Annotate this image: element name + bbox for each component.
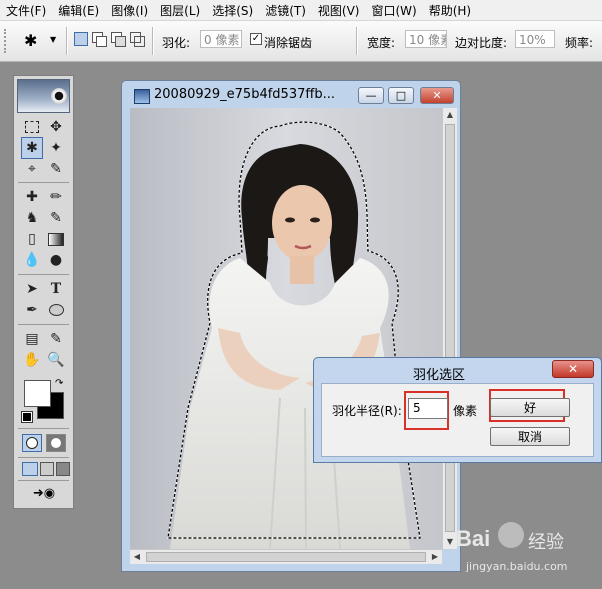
intersect-selection-icon[interactable]: [130, 32, 145, 47]
watermark-suffix: 经验: [528, 532, 564, 553]
gradient-tool-icon[interactable]: [45, 228, 67, 250]
dialog-title: 羽化选区: [412, 368, 465, 383]
menu-image[interactable]: 图像(I): [105, 2, 154, 19]
quickmask-mode-icon[interactable]: [46, 434, 66, 452]
feather-radius-input[interactable]: 5: [408, 398, 448, 419]
toolbox: ✥ ✱ ✦ ⌖ ✎ ✚ ✏ ♞ ✎ ▯ 💧 ● ➤ T ✒ ▤ ✎ ✋ 🔍 ↷ …: [13, 75, 74, 509]
screen-mode-full-icon[interactable]: [56, 462, 70, 476]
document-window: 20080929_e75b4fd537ffb... — □ ✕ ▲ ▼ ◀ ▶: [121, 80, 461, 572]
baidu-watermark: Bai 经验 jingyan.baidu.com: [440, 520, 602, 582]
vertical-scroll-thumb[interactable]: [445, 124, 455, 532]
divider: [356, 27, 358, 55]
unit-label: 像素: [453, 404, 478, 418]
menu-file[interactable]: 文件(F): [0, 2, 52, 19]
menu-help[interactable]: 帮助(H): [423, 2, 477, 19]
crop-tool-icon[interactable]: ⌖: [21, 158, 43, 180]
blur-tool-icon[interactable]: 💧: [21, 249, 43, 271]
path-select-icon[interactable]: ➤: [21, 278, 43, 300]
divider: [18, 457, 69, 458]
eyedropper-icon[interactable]: ✎: [45, 328, 67, 350]
watermark-brand: Bai: [456, 526, 491, 551]
feather-selection-dialog: 羽化选区 ✕ 羽化半径(R): 5 像素 好 取消: [313, 357, 602, 463]
watermark-url: jingyan.baidu.com: [466, 560, 568, 573]
edge-contrast-input[interactable]: 10%: [515, 30, 555, 48]
feather-radius-label: 羽化半径(R):: [332, 404, 402, 418]
eraser-tool-icon[interactable]: ▯: [21, 228, 43, 250]
notes-tool-icon[interactable]: ▤: [21, 328, 43, 350]
divider: [18, 182, 69, 183]
magic-wand-icon[interactable]: ✦: [45, 137, 67, 159]
menu-window[interactable]: 窗口(W): [365, 2, 422, 19]
frequency-label: 频率:: [565, 36, 594, 50]
menu-edit[interactable]: 编辑(E): [52, 2, 105, 19]
portrait-photo: [167, 121, 421, 549]
photoshop-logo[interactable]: [17, 79, 70, 113]
dialog-close-button[interactable]: ✕: [552, 360, 594, 378]
move-tool-icon[interactable]: ✥: [45, 116, 67, 138]
new-selection-icon[interactable]: [74, 32, 88, 46]
eye-icon: [51, 88, 67, 104]
divider: [18, 274, 69, 275]
swap-colors-icon[interactable]: ↷: [55, 378, 63, 389]
image-canvas[interactable]: [130, 108, 442, 549]
width-label: 宽度:: [367, 36, 396, 50]
grip-handle[interactable]: [4, 29, 10, 53]
feather-label: 羽化:: [162, 36, 191, 50]
document-title: 20080929_e75b4fd537ffb...: [154, 87, 335, 102]
slice-tool-icon[interactable]: ✎: [45, 158, 67, 180]
zoom-tool-icon[interactable]: 🔍: [45, 349, 67, 371]
subtract-selection-icon[interactable]: [111, 32, 126, 47]
menu-bar: 文件(F) 编辑(E) 图像(I) 图层(L) 选择(S) 滤镜(T) 视图(V…: [0, 0, 602, 21]
default-colors-icon[interactable]: [21, 411, 33, 423]
pen-tool-icon[interactable]: ✒: [21, 299, 43, 321]
menu-view[interactable]: 视图(V): [312, 2, 366, 19]
dodge-tool-icon[interactable]: ●: [45, 249, 67, 271]
healing-brush-icon[interactable]: ✚: [21, 186, 43, 208]
magnetic-lasso-icon[interactable]: ✱: [24, 30, 50, 52]
divider: [66, 27, 68, 55]
foreground-color-swatch[interactable]: [24, 380, 51, 407]
history-brush-icon[interactable]: ✎: [45, 207, 67, 229]
clone-stamp-icon[interactable]: ♞: [21, 207, 43, 229]
menu-layer[interactable]: 图层(L): [154, 2, 206, 19]
horizontal-scrollbar[interactable]: ◀ ▶: [130, 549, 442, 564]
edge-contrast-label: 边对比度:: [455, 36, 508, 50]
menu-filter[interactable]: 滤镜(T): [259, 2, 312, 19]
divider: [18, 428, 69, 429]
maximize-button[interactable]: □: [388, 87, 414, 104]
brush-tool-icon[interactable]: ✏: [45, 186, 67, 208]
width-input[interactable]: 10 像素: [405, 30, 447, 48]
options-bar: ✱ ▼ 羽化: 0 像素 ✓ 消除锯齿 宽度: 10 像素 边对比度: 10% …: [0, 21, 602, 62]
antialias-label: 消除锯齿: [264, 36, 313, 50]
divider: [18, 480, 69, 481]
standard-mode-icon[interactable]: [22, 434, 42, 452]
screen-mode-full-menu-icon[interactable]: [40, 462, 54, 476]
hand-tool-icon[interactable]: ✋: [21, 349, 43, 371]
antialias-checkbox[interactable]: ✓: [250, 33, 262, 45]
document-icon: [134, 89, 150, 104]
ellipse-tool-icon[interactable]: [45, 299, 67, 321]
scroll-left-icon[interactable]: ◀: [130, 550, 144, 564]
paw-icon: [498, 522, 524, 548]
minimize-button[interactable]: —: [358, 87, 384, 104]
rect-marquee-icon[interactable]: [21, 116, 43, 138]
ok-button[interactable]: 好: [490, 398, 570, 417]
feather-input[interactable]: 0 像素: [200, 30, 242, 48]
horizontal-scroll-thumb[interactable]: [146, 552, 426, 562]
lasso-tool-icon[interactable]: ✱: [21, 137, 43, 159]
screen-mode-standard-icon[interactable]: [22, 462, 38, 476]
divider: [152, 27, 154, 55]
jump-to-imageready-icon[interactable]: ➜◉: [24, 486, 64, 502]
menu-select[interactable]: 选择(S): [206, 2, 259, 19]
add-selection-icon[interactable]: [92, 32, 107, 47]
type-tool-icon[interactable]: T: [45, 278, 67, 300]
chevron-down-icon[interactable]: ▼: [50, 35, 56, 44]
dialog-body: 羽化半径(R): 5 像素 好 取消: [321, 383, 594, 457]
divider: [18, 324, 69, 325]
cancel-button[interactable]: 取消: [490, 427, 570, 446]
scroll-up-icon[interactable]: ▲: [443, 108, 457, 122]
close-button[interactable]: ✕: [420, 87, 454, 104]
vertical-scrollbar[interactable]: ▲ ▼: [442, 108, 457, 549]
